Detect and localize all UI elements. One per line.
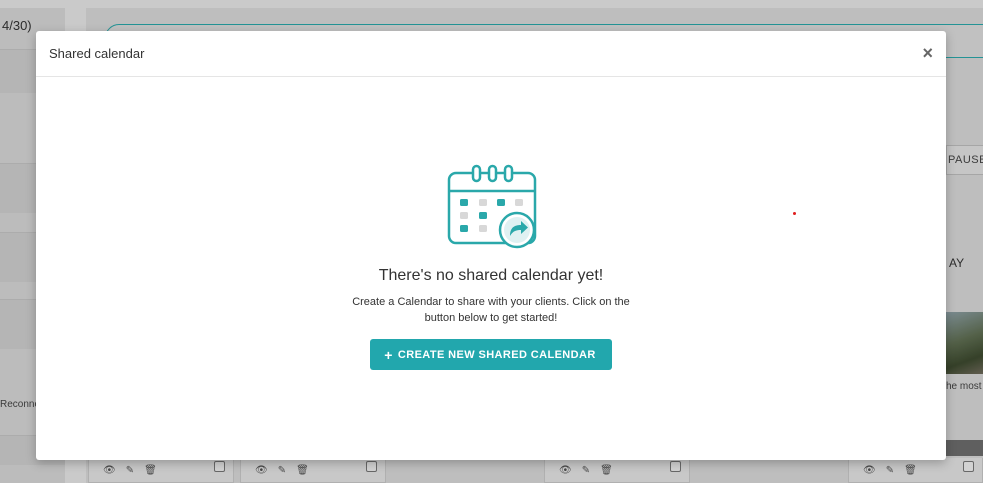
empty-state-description: Create a Calendar to share with your cli… [352,296,630,324]
create-button-label: CREATE NEW SHARED CALENDAR [397,348,596,361]
modal-header: Shared calendar × [36,31,946,77]
empty-state: There's no shared calendar yet! Create a… [36,163,946,370]
calendar-share-icon [447,164,537,249]
shared-calendar-modal: Shared calendar × There's no shared cale… [36,31,946,460]
create-shared-calendar-button[interactable]: + CREATE NEW SHARED CALENDAR [370,339,612,370]
close-icon[interactable]: × [922,43,933,63]
modal-body: There's no shared calendar yet! Create a… [36,77,946,459]
modal-title: Shared calendar [49,46,145,61]
empty-state-title: There's no shared calendar yet! [378,267,604,284]
plus-icon: + [384,346,393,363]
cursor-dot [793,212,796,215]
